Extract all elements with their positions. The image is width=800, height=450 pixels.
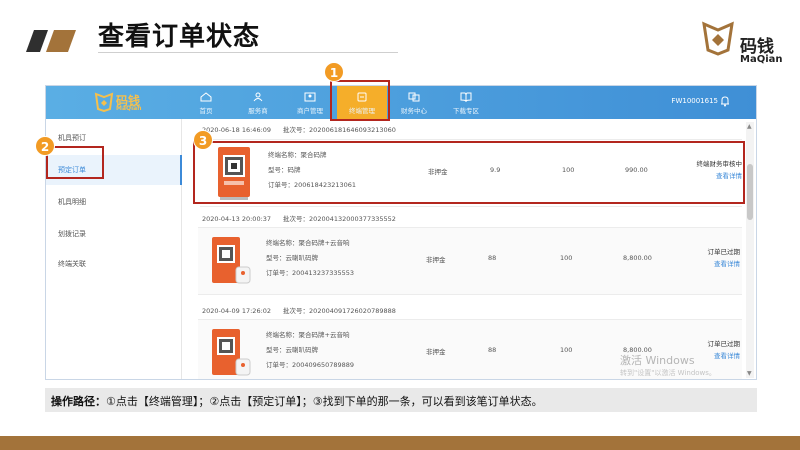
footer-bar xyxy=(0,436,800,450)
step-badge-3: 3 xyxy=(193,130,213,150)
user-icon xyxy=(253,92,263,102)
view-detail-link[interactable]: 查看详情 xyxy=(714,258,740,268)
order-lot: 批次号：20200413200037733555​2 xyxy=(283,215,396,223)
app-logo[interactable]: 码钱 MaQian xyxy=(94,92,154,114)
app-logo-icon xyxy=(94,92,114,112)
payment-type: 非押金 xyxy=(426,348,446,356)
nav-merchant[interactable]: 商户管理 xyxy=(285,86,335,119)
quantity: 100 xyxy=(560,254,573,262)
qr-stand-speaker-image xyxy=(212,329,251,376)
terminal-name: 终端名称：聚合码牌+云音响 xyxy=(266,331,350,339)
order-time: 2020-04-09 17:26:02 xyxy=(202,307,272,315)
activation-watermark: 激活 Windows xyxy=(620,354,695,367)
order-number: 订单号：200409650789889 xyxy=(266,361,355,369)
view-detail-link[interactable]: 查看详情 xyxy=(714,350,740,360)
terminal-name: 终端名称：聚合码牌+云音响 xyxy=(266,239,350,247)
quantity: 100 xyxy=(560,346,573,354)
note-text: ①点击【终端管理】；②点击【预定订单】；③找到下单的那一条，可以看到该笔订单状态… xyxy=(106,395,543,408)
highlight-orders-sidebar xyxy=(46,146,104,179)
order-info: 终端名称：聚合码牌+云音响 型号：云喇叭码牌 订单号：2004132373355… xyxy=(266,236,354,281)
nav-finance[interactable]: 财务中心 xyxy=(389,86,439,119)
scroll-up-icon[interactable]: ▲ xyxy=(747,123,752,130)
slide-title: 查看订单状态 xyxy=(98,22,261,52)
bell-icon[interactable] xyxy=(720,95,730,107)
activation-watermark-sub: 转到"设置"以激活 Windows。 xyxy=(620,369,716,377)
scrollbar-thumb[interactable] xyxy=(747,164,753,220)
instruction-note: 操作路径：①点击【终端管理】；②点击【预定订单】；③找到下单的那一条，可以看到该… xyxy=(45,388,757,412)
order-status: 订单已过期 xyxy=(707,340,741,348)
order-number: 订单号：200413237335553 xyxy=(266,269,355,277)
qr-stand-speaker-image xyxy=(212,237,251,284)
header-decoration-gold xyxy=(45,30,77,52)
nav-label: 服务商 xyxy=(248,107,268,115)
sidebar-item-link[interactable]: 终端关联 xyxy=(46,249,182,279)
order-info: 终端名称：聚合码牌+云音响 型号：云喇叭码牌 订单号：2004096507898… xyxy=(266,328,354,373)
unit-price: 88 xyxy=(488,254,497,262)
home-icon xyxy=(200,92,212,102)
note-label: 操作路径： xyxy=(51,395,106,408)
terminal-model: 型号：云喇叭码牌 xyxy=(266,346,318,354)
slide: 查看订单状态 码钱 MaQian 码钱 MaQian 首页 服务商 商户管理 终… xyxy=(0,0,800,450)
order-time: 2020-04-13 20:00:37 xyxy=(202,215,272,223)
app-logo-text-en: MaQian xyxy=(116,105,142,112)
nav-label: 首页 xyxy=(199,107,213,115)
title-divider xyxy=(98,52,398,53)
account-id[interactable]: FW10001615 xyxy=(671,97,718,105)
finance-icon xyxy=(408,92,420,102)
highlight-terminal-nav xyxy=(330,80,390,121)
step-badge-1: 1 xyxy=(324,62,344,82)
order-lot: 批次号：20200409172602078988​8 xyxy=(283,307,396,315)
terminal-model: 型号：云喇叭码牌 xyxy=(266,254,318,262)
scroll-down-icon[interactable]: ▼ xyxy=(747,370,752,377)
brand-name-en: MaQian xyxy=(740,54,783,65)
app-topbar: 码钱 MaQian 首页 服务商 商户管理 终端管理 财务中心 下载专区 FW1… xyxy=(46,86,756,119)
brand-logo: 码钱 MaQian xyxy=(700,14,783,65)
image-icon xyxy=(304,92,316,102)
sidebar-item-detail[interactable]: 机具明细 xyxy=(46,187,182,217)
order-lot: 批次号：20200618164609321306​0 xyxy=(283,126,396,134)
sidebar-item-transfer[interactable]: 划拨记录 xyxy=(46,219,182,249)
header-decoration-dark xyxy=(25,30,49,52)
nav-home[interactable]: 首页 xyxy=(181,86,231,119)
order-card[interactable]: 终端名称：聚合码牌+云音响 型号：云喇叭码牌 订单号：2004132373355… xyxy=(198,227,742,295)
nav-label: 财务中心 xyxy=(401,107,427,115)
scrollbar[interactable]: ▲ ▼ xyxy=(746,122,754,378)
step-badge-2: 2 xyxy=(35,136,55,156)
total-amount: 8,800.00 xyxy=(623,254,652,262)
nav-label: 商户管理 xyxy=(297,107,323,115)
order-time: 2020-06-18 16:46:09 xyxy=(202,126,272,134)
order-header: 2020-04-09 17:26:02 批次号：20200409172602078… xyxy=(202,305,396,315)
unit-price: 88 xyxy=(488,346,497,354)
book-icon xyxy=(460,92,472,102)
highlight-order-row xyxy=(193,141,745,204)
app-screenshot: 码钱 MaQian 首页 服务商 商户管理 终端管理 财务中心 下载专区 FW1… xyxy=(45,85,757,380)
order-header: 2020-04-13 20:00:37 批次号：20200413200037733… xyxy=(202,213,396,223)
order-header: 2020-06-18 16:46:09 批次号：20200618164609321… xyxy=(202,124,396,134)
nav-download[interactable]: 下载专区 xyxy=(441,86,491,119)
nav-label: 下载专区 xyxy=(453,107,479,115)
nav-service-provider[interactable]: 服务商 xyxy=(233,86,283,119)
payment-type: 非押金 xyxy=(426,256,446,264)
brand-mark-icon xyxy=(702,21,734,56)
order-status: 订单已过期 xyxy=(707,248,741,256)
